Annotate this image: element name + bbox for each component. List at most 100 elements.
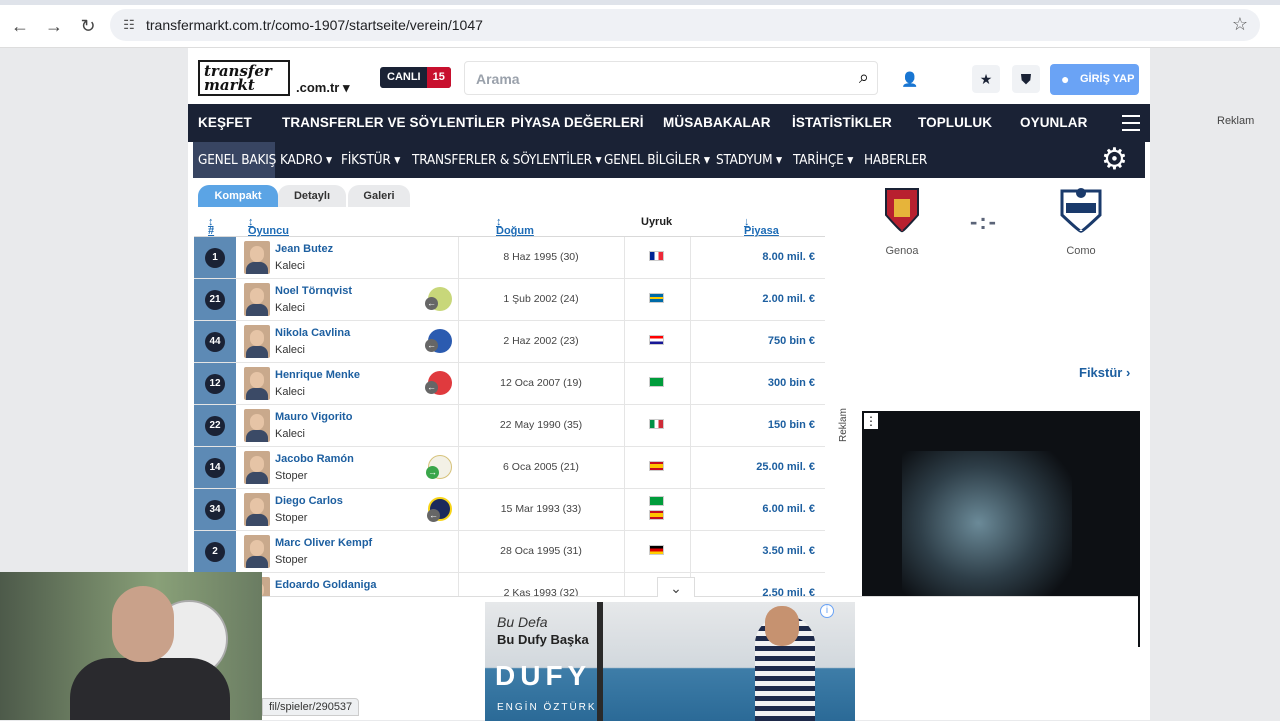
divider — [624, 363, 625, 404]
fixtures-link[interactable]: Fikstür › — [1079, 365, 1130, 380]
header-dob[interactable]: Doğum tarihi/Yaş ↕ — [496, 216, 545, 249]
player-name-link[interactable]: Noel Törnqvist — [275, 285, 352, 297]
market-value-link[interactable]: 150 bin € — [768, 419, 815, 431]
market-value-link[interactable]: 25.00 mil. € — [756, 461, 815, 473]
divider — [690, 405, 691, 446]
divider — [624, 279, 625, 320]
subnav-fixtures[interactable]: FİKSTÜR ▾ — [341, 152, 400, 168]
user-search-icon[interactable]: 👤 — [896, 65, 924, 93]
header-player-label: Oyuncu — [248, 225, 289, 237]
market-value-link[interactable]: 3.50 mil. € — [762, 545, 815, 557]
watchlist-icon[interactable]: ★ — [972, 65, 1000, 93]
club-badge-icon[interactable]: ← — [427, 497, 452, 522]
forward-icon[interactable]: → — [42, 14, 66, 38]
shield-icon[interactable]: ⛊ — [1012, 65, 1040, 93]
shirt-number: 44 — [205, 332, 225, 352]
tab-detailed[interactable]: Detaylı — [278, 185, 346, 207]
nav-games[interactable]: OYUNLAR — [1020, 115, 1087, 130]
gear-icon[interactable]: ⚙ — [1101, 143, 1128, 177]
club-badge-icon[interactable]: ← — [425, 287, 452, 311]
player-photo[interactable] — [244, 367, 270, 400]
como-crest-icon[interactable] — [1058, 185, 1104, 233]
subnav-transfers[interactable]: TRANSFERLER & SÖYLENTİLER ▾ — [412, 152, 602, 168]
ad-info-icon[interactable]: i — [820, 604, 834, 618]
back-icon[interactable]: ← — [8, 14, 32, 38]
nav-kesfet[interactable]: KEŞFET — [198, 115, 252, 130]
ad-banner[interactable]: Bu Defa Bu Dufy Başka DUFY ENGİN ÖZTÜRK … — [485, 602, 855, 721]
divider — [690, 531, 691, 572]
nav-transfers[interactable]: TRANSFERLER VE SÖYLENTİLER — [282, 115, 505, 130]
header-number[interactable]: # ↕ — [208, 216, 214, 237]
ad-subline: ENGİN ÖZTÜRK — [497, 702, 597, 713]
bookmark-star-icon[interactable]: ☆ — [1232, 14, 1248, 35]
birth-date: 1 Şub 2002 (24) — [503, 293, 579, 305]
divider — [690, 237, 691, 278]
market-value-link[interactable]: 750 bin € — [768, 335, 815, 347]
subnav-news[interactable]: HABERLER — [864, 152, 927, 168]
nav-competitions[interactable]: MÜSABAKALAR — [663, 115, 771, 130]
login-label: GİRİŞ YAP — [1080, 73, 1135, 85]
table-row: 21 Noel Törnqvist Kaleci ← 1 Şub 2002 (2… — [194, 279, 825, 321]
market-value-link[interactable]: 2.00 mil. € — [762, 293, 815, 305]
club-badge-icon[interactable]: ← — [425, 329, 452, 353]
player-photo[interactable] — [244, 409, 270, 442]
live-label: CANLI — [387, 71, 421, 83]
header-value[interactable]: Piyasa değeri ↓ — [744, 216, 779, 249]
number-cell: 21 — [194, 279, 236, 320]
player-photo[interactable] — [244, 325, 270, 358]
transfermarkt-logo[interactable]: transfer markt — [198, 60, 290, 96]
url-text[interactable]: transfermarkt.com.tr/como-1907/startseit… — [146, 17, 483, 33]
domain-selector[interactable]: .com.tr ▾ — [296, 80, 349, 96]
subnav-squad[interactable]: KADRO ▾ — [280, 152, 332, 168]
home-team-name[interactable]: Genoa — [872, 245, 932, 257]
collapse-chevron-icon[interactable]: ⌄ — [657, 577, 695, 597]
table-row: 14 Jacobo Ramón Stoper → 6 Oca 2005 (21)… — [194, 447, 825, 489]
player-position: Kaleci — [275, 260, 305, 272]
live-button[interactable]: CANLI 15 — [380, 67, 451, 88]
player-name-link[interactable]: Diego Carlos — [275, 495, 343, 507]
player-photo[interactable] — [244, 535, 270, 568]
subnav-stadium[interactable]: STADYUM ▾ — [716, 152, 782, 168]
subnav-info[interactable]: GENEL BİLGİLER ▾ — [604, 152, 710, 168]
address-bar[interactable]: ☷ transfermarkt.com.tr/como-1907/startse… — [110, 9, 1260, 41]
player-name-link[interactable]: Edoardo Goldaniga — [275, 579, 376, 591]
genoa-crest-icon[interactable] — [884, 187, 920, 233]
nav-market-values[interactable]: PİYASA DEĞERLERİ — [511, 115, 644, 130]
nav-statistics[interactable]: İSTATİSTİKLER — [792, 115, 892, 130]
player-photo[interactable] — [244, 283, 270, 316]
club-badge-icon[interactable]: ← — [425, 371, 452, 395]
player-name-link[interactable]: Henrique Menke — [275, 369, 360, 381]
login-button[interactable]: ● GİRİŞ YAP — [1050, 64, 1139, 95]
divider — [624, 321, 625, 362]
tab-compact[interactable]: Kompakt — [198, 185, 278, 207]
tab-gallery[interactable]: Galeri — [348, 185, 410, 207]
reload-icon[interactable]: ↻ — [76, 14, 100, 38]
menu-icon[interactable] — [1122, 115, 1140, 131]
market-value-link[interactable]: 6.00 mil. € — [762, 503, 815, 515]
player-name-link[interactable]: Jean Butez — [275, 243, 333, 255]
player-name-link[interactable]: Marc Oliver Kempf — [275, 537, 372, 549]
player-name-link[interactable]: Mauro Vigorito — [275, 411, 352, 423]
shirt-number: 12 — [205, 374, 225, 394]
subnav-overview[interactable]: GENEL BAKIŞ — [198, 152, 276, 168]
birth-date: 12 Oca 2007 (19) — [500, 377, 582, 389]
header-player[interactable]: Oyuncu ↕ — [248, 216, 289, 237]
player-photo[interactable] — [244, 451, 270, 484]
search-input[interactable]: Arama ⌕ — [464, 61, 878, 95]
search-icon[interactable]: ⌕ — [859, 67, 869, 88]
subnav-history[interactable]: TARİHÇE ▾ — [793, 152, 853, 168]
loan-arrow-icon: ← — [427, 509, 440, 522]
club-badge-icon[interactable]: → — [426, 455, 452, 479]
away-team-name[interactable]: Como — [1051, 245, 1111, 257]
player-photo[interactable] — [244, 241, 270, 274]
divider — [624, 573, 625, 596]
main-nav: KEŞFET TRANSFERLER VE SÖYLENTİLER PİYASA… — [188, 104, 1150, 142]
player-photo[interactable] — [244, 493, 270, 526]
market-value-link[interactable]: 8.00 mil. € — [762, 251, 815, 263]
player-name-link[interactable]: Jacobo Ramón — [275, 453, 354, 465]
site-settings-icon[interactable]: ☷ — [120, 16, 138, 34]
market-value-link[interactable]: 300 bin € — [768, 377, 815, 389]
nav-community[interactable]: TOPLULUK — [918, 115, 992, 130]
player-name-link[interactable]: Nikola Cavlina — [275, 327, 350, 339]
more-options-icon[interactable]: ⋮ — [864, 413, 878, 429]
